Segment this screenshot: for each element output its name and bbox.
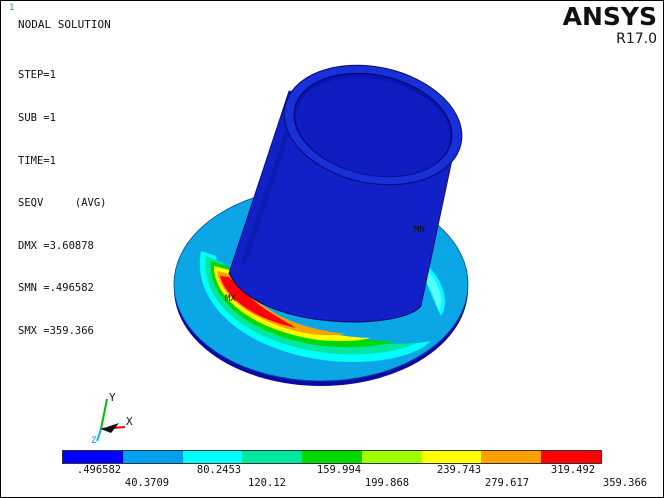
legend-value-label: 120.12: [248, 477, 286, 489]
legend-swatch: [302, 451, 362, 463]
legend-swatch: [242, 451, 303, 463]
triad-y-axis: [100, 398, 108, 430]
legend-value-label: 80.2453: [196, 464, 242, 476]
legend-value-label: 319.492: [550, 464, 596, 476]
legend-value-label: 359.366: [602, 477, 648, 489]
legend-value-label: .496582: [76, 464, 122, 476]
legend-swatch: [361, 451, 422, 463]
legend-swatch: [541, 451, 602, 463]
legend-bottom-labels: 40.3709 120.12 199.868 279.617 359.366: [1, 477, 663, 491]
triad-z-axis: [96, 428, 102, 442]
legend-swatch: [122, 451, 183, 463]
triad-y-label: Y: [109, 391, 116, 404]
contour-legend-bar: [62, 450, 602, 464]
legend-value-label: 239.743: [436, 464, 482, 476]
legend-swatch: [182, 451, 243, 463]
graphics-viewport[interactable]: 1 NODAL SOLUTION STEP=1 SUB =1 TIME=1 SE…: [0, 0, 664, 498]
legend-swatch: [63, 451, 123, 463]
legend-value-label: 159.994: [316, 464, 362, 476]
legend-top-labels: .496582 80.2453 159.994 239.743 319.492: [1, 464, 663, 478]
triad-x-label: X: [126, 415, 133, 428]
min-location-marker: MN: [414, 225, 425, 235]
max-location-marker: MX: [225, 294, 236, 304]
legend-swatch: [421, 451, 482, 463]
triad-z-label: Z: [91, 436, 97, 444]
legend-swatch: [481, 451, 542, 463]
coordinate-triad: X Y Z: [91, 391, 133, 444]
legend-value-label: 40.3709: [124, 477, 170, 489]
legend-value-label: 279.617: [484, 477, 530, 489]
legend-value-label: 199.868: [364, 477, 410, 489]
